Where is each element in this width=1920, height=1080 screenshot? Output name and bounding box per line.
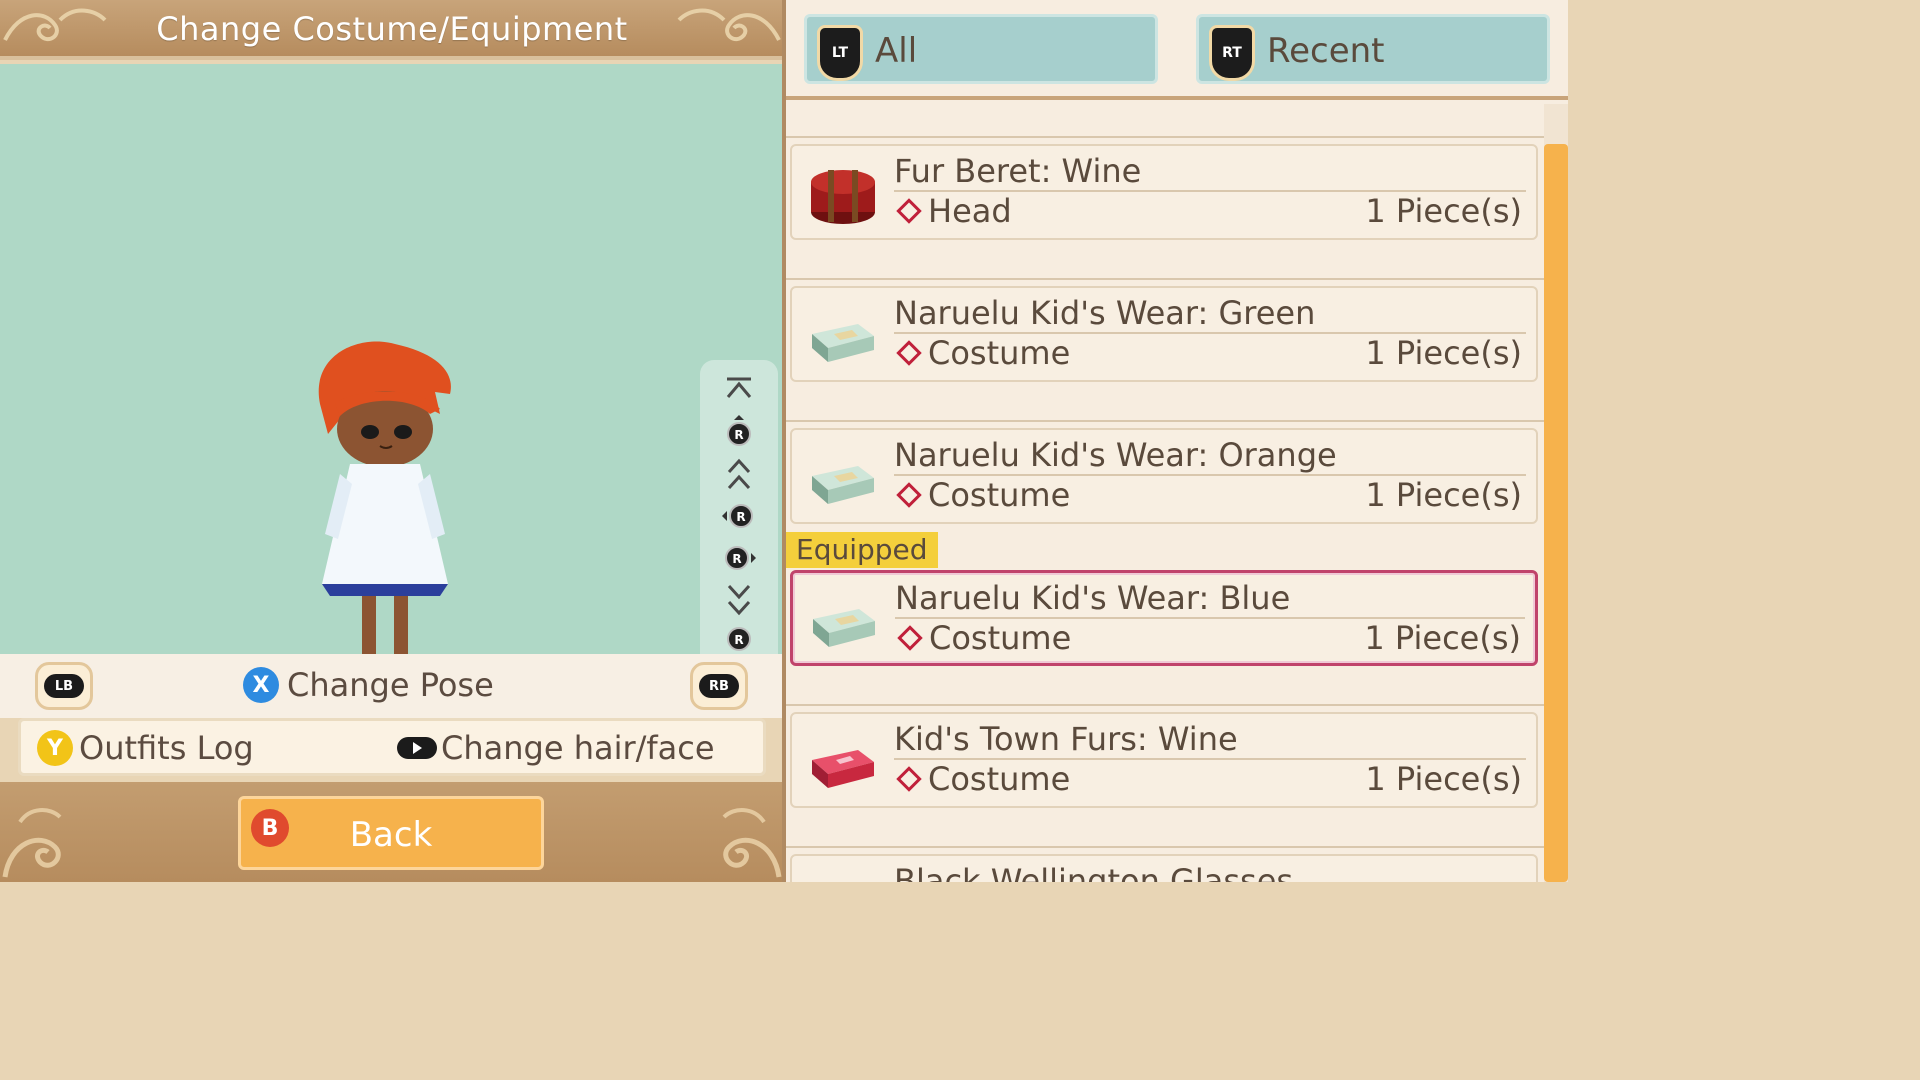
svg-text:R: R (732, 552, 741, 566)
x-button-icon: X (243, 667, 279, 703)
rotate-right-icon[interactable]: R (718, 538, 760, 578)
back-label: Back (349, 815, 433, 855)
list-item[interactable]: Naruelu Kid's Wear: Orange Costume 1 Pie… (790, 428, 1538, 524)
change-hair-face-label: Change hair/face (441, 729, 715, 767)
item-slot: Costume (894, 334, 1070, 372)
pose-controls: LB X Change Pose RB (0, 654, 784, 718)
gift-box-icon (812, 750, 874, 788)
tab-recent-label: Recent (1267, 31, 1385, 71)
item-name: Fur Beret: Wine (894, 152, 1142, 190)
right-stick-icon (397, 737, 437, 759)
list-separator (786, 846, 1544, 848)
item-slot-label: Costume (928, 476, 1071, 514)
diamond-icon (897, 625, 923, 651)
page-title: Change Costume/Equipment (156, 10, 628, 48)
item-slot: Costume (894, 760, 1070, 798)
rb-label: RB (699, 674, 739, 698)
rotate-up-icon[interactable]: R (718, 412, 760, 452)
item-name: Naruelu Kid's Wear: Green (894, 294, 1316, 332)
item-slot-label: Head (928, 192, 1012, 230)
scrollbar[interactable] (1544, 104, 1568, 882)
item-slot-label: Costume (928, 760, 1071, 798)
list-separator (786, 420, 1544, 422)
list-separator (786, 278, 1544, 280)
zoom-in-icon[interactable] (718, 454, 760, 494)
rotate-left-icon[interactable]: R (718, 496, 760, 536)
character-preview[interactable]: R R R R (0, 64, 784, 712)
change-hair-face-button[interactable]: Change hair/face (397, 729, 715, 767)
character-model (318, 341, 451, 684)
list-item[interactable]: Naruelu Kid's Wear: Green Costume 1 Piec… (790, 286, 1538, 382)
lt-trigger-icon: LT (817, 25, 863, 81)
filter-tabs: LT All RT Recent (786, 0, 1568, 100)
zoom-out-icon[interactable] (718, 580, 760, 620)
outfits-log-button[interactable]: Y Outfits Log (37, 729, 254, 767)
list-item[interactable]: Kid's Town Furs: Wine Costume 1 Piece(s) (790, 712, 1538, 808)
y-button-icon: Y (37, 730, 73, 766)
item-list-panel: LT All RT Recent Fur Beret: Wine Head 1 … (786, 0, 1568, 882)
scrollbar-thumb[interactable] (1544, 144, 1568, 882)
rb-button[interactable]: RB (690, 662, 748, 710)
item-slot-label: Costume (928, 334, 1071, 372)
list-item[interactable]: Fur Beret: Wine Head 1 Piece(s) (790, 144, 1538, 240)
svg-text:R: R (734, 633, 743, 647)
item-name: Black Wellington Glasses (894, 862, 1294, 882)
item-slot-label: Costume (929, 619, 1072, 657)
list-item[interactable]: Black Wellington Glasses (790, 854, 1538, 882)
list-separator (786, 136, 1544, 138)
item-name: Naruelu Kid's Wear: Blue (895, 579, 1291, 617)
item-count: 1 Piece(s) (1365, 760, 1522, 798)
tab-all[interactable]: LT All (804, 14, 1158, 84)
change-pose-button[interactable]: X Change Pose (243, 666, 494, 704)
diamond-icon (896, 340, 922, 366)
tab-recent[interactable]: RT Recent (1196, 14, 1550, 84)
list-item-equipped[interactable]: Naruelu Kid's Wear: Blue Costume 1 Piece… (790, 570, 1538, 666)
item-count: 1 Piece(s) (1365, 334, 1522, 372)
change-pose-label: Change Pose (287, 666, 494, 704)
ornament-right-icon (677, 8, 781, 42)
scroll-top-icon[interactable] (718, 370, 760, 410)
svg-text:R: R (736, 510, 745, 524)
hat-box-icon (811, 170, 875, 224)
clothing-box-icon (813, 609, 875, 647)
item-count: 1 Piece(s) (1365, 476, 1522, 514)
back-button[interactable]: B Back (238, 796, 544, 870)
item-count: 1 Piece(s) (1365, 192, 1522, 230)
lb-button[interactable]: LB (35, 662, 93, 710)
outfits-log-label: Outfits Log (79, 729, 254, 767)
item-name: Naruelu Kid's Wear: Orange (894, 436, 1337, 474)
tab-all-label: All (875, 31, 918, 71)
item-name: Kid's Town Furs: Wine (894, 720, 1238, 758)
rt-trigger-icon: RT (1209, 25, 1255, 81)
diamond-icon (896, 766, 922, 792)
clothing-box-icon (812, 466, 874, 504)
item-slot: Head (894, 192, 1012, 230)
clothing-box-icon (812, 324, 874, 362)
list-separator (786, 704, 1544, 706)
diamond-icon (896, 198, 922, 224)
item-count: 1 Piece(s) (1364, 619, 1521, 657)
title-bar: Change Costume/Equipment (0, 0, 784, 60)
svg-text:R: R (734, 428, 743, 442)
ornament-left-icon (2, 808, 62, 878)
ornament-right-icon (722, 808, 782, 878)
lb-label: LB (44, 674, 84, 698)
equipped-badge: Equipped (786, 532, 938, 568)
preview-panel: Change Costume/Equipment R R R R LB X Ch… (0, 0, 784, 882)
options-row: Y Outfits Log Change hair/face (18, 718, 766, 776)
item-slot: Costume (895, 619, 1071, 657)
footer: B Back (0, 782, 784, 882)
diamond-icon (896, 482, 922, 508)
item-slot: Costume (894, 476, 1070, 514)
item-list[interactable]: Fur Beret: Wine Head 1 Piece(s) Naruelu … (786, 104, 1544, 882)
